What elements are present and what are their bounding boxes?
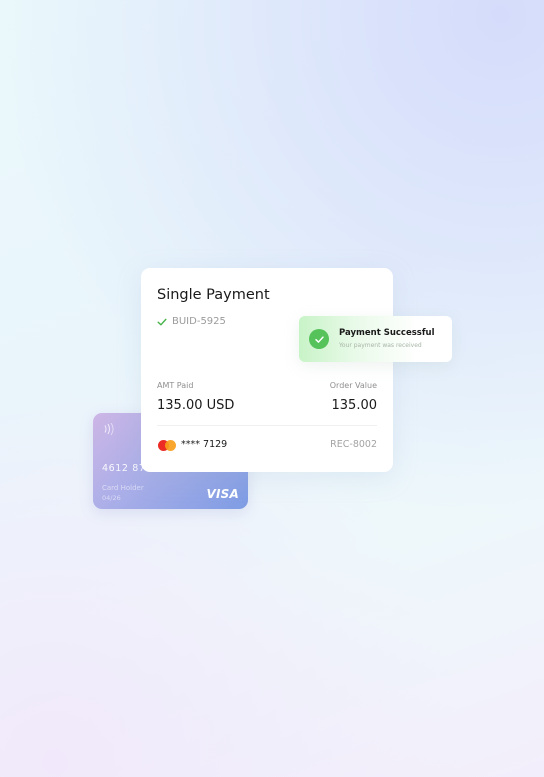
order-value: 135.00 bbox=[331, 398, 378, 413]
payment-title: Single Payment bbox=[157, 287, 270, 303]
payment-card: Single Payment BUID-5925 AMT Paid 135.00… bbox=[141, 268, 393, 472]
check-icon bbox=[157, 318, 167, 325]
payment-id-row: BUID-5925 bbox=[157, 316, 226, 327]
amount-paid-value: 135.00 USD bbox=[157, 398, 235, 413]
toast-subtitle: Your payment was received bbox=[339, 342, 422, 349]
card-number: 4612 87 bbox=[102, 463, 146, 474]
card-masked-number: **** 7129 bbox=[181, 439, 228, 450]
check-circle-icon bbox=[309, 329, 329, 349]
order-value-label: Order Value bbox=[329, 381, 377, 390]
receipt-id: REC-8002 bbox=[330, 439, 377, 450]
mastercard-icon bbox=[158, 440, 176, 451]
card-expiry: 04/26 bbox=[102, 494, 121, 502]
toast-title: Payment Successful bbox=[339, 328, 435, 338]
amount-paid-label: AMT Paid bbox=[157, 381, 194, 390]
contactless-icon bbox=[104, 423, 114, 435]
divider bbox=[157, 425, 377, 426]
payment-success-toast: Payment Successful Your payment was rece… bbox=[299, 316, 452, 362]
payment-id: BUID-5925 bbox=[172, 316, 226, 327]
visa-logo: VISA bbox=[206, 487, 239, 501]
card-holder-label: Card Holder bbox=[102, 484, 144, 492]
